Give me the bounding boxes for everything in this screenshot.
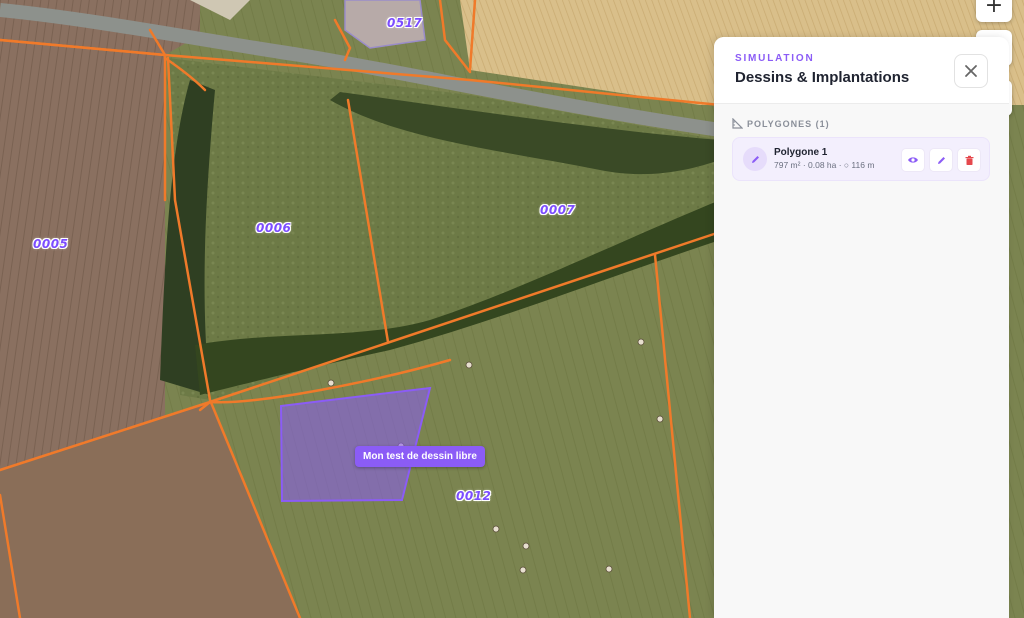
- simulation-panel: SIMULATION Dessins & Implantations POLYG…: [714, 37, 1009, 618]
- edit-icon: [937, 156, 945, 164]
- parcel-label-0006[interactable]: 0006: [256, 221, 291, 235]
- item-meta: 797 m² · 0.08 ha · ○ 116 m: [774, 160, 875, 170]
- polygon-tooltip: Mon test de dessin libre: [355, 446, 485, 467]
- parcel-label-0012[interactable]: 0012: [456, 489, 491, 503]
- parcel-label-0005[interactable]: 0005: [33, 237, 68, 251]
- view-button[interactable]: [901, 148, 925, 172]
- zoom-in-button[interactable]: +: [976, 0, 1012, 22]
- parcel-label-0517[interactable]: 0517: [387, 16, 422, 30]
- trash-icon: [965, 155, 973, 165]
- panel-kicker: SIMULATION: [735, 53, 815, 64]
- parcel-label-0007[interactable]: 0007: [540, 203, 575, 217]
- ruler-icon: [732, 118, 743, 129]
- delete-button[interactable]: [957, 148, 981, 172]
- list-item-polygone-1[interactable]: Polygone 1 797 m² · 0.08 ha · ○ 116 m: [732, 137, 990, 181]
- close-icon: [965, 65, 977, 77]
- edit-button[interactable]: [929, 148, 953, 172]
- section-title-polygones: POLYGONES (1): [732, 118, 830, 129]
- eye-icon: [908, 157, 918, 163]
- pencil-icon: [743, 147, 767, 171]
- panel-header: SIMULATION Dessins & Implantations: [714, 37, 1009, 104]
- item-name: Polygone 1: [774, 147, 828, 158]
- plus-icon: +: [984, 0, 1004, 18]
- section-title-text: POLYGONES (1): [747, 118, 830, 129]
- panel-title: Dessins & Implantations: [735, 69, 910, 86]
- close-button[interactable]: [954, 54, 988, 88]
- item-actions: [901, 148, 981, 172]
